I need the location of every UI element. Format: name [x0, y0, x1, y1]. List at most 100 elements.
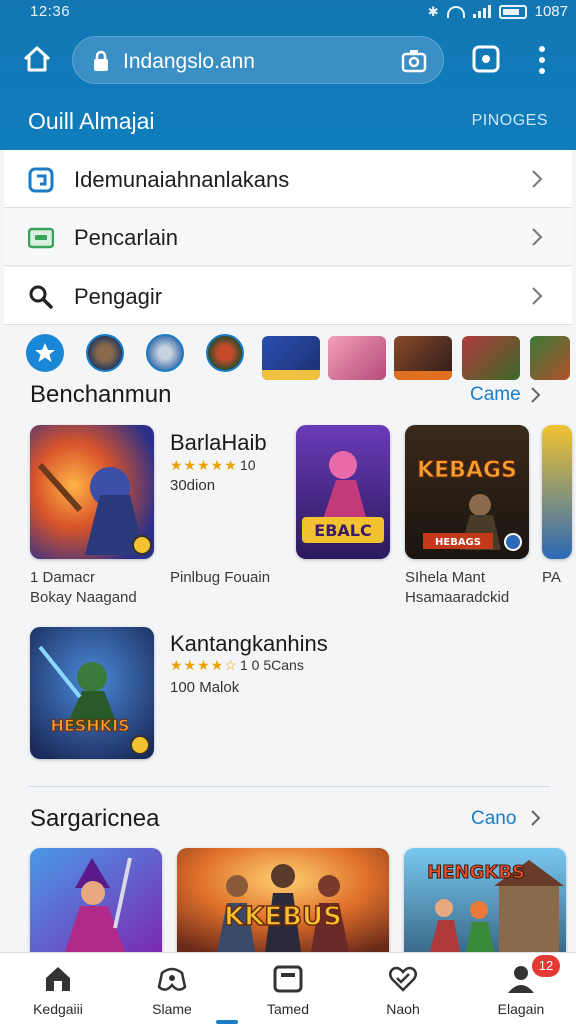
tile-caption: PA [542, 569, 561, 586]
notification-badge: 12 [532, 955, 560, 977]
home-button[interactable] [20, 42, 54, 76]
battery-icon [498, 4, 527, 19]
game-tile[interactable] [30, 425, 154, 559]
home-icon [46, 967, 70, 991]
home-indicator [216, 1020, 238, 1024]
category-chip[interactable] [262, 336, 320, 380]
status-bar: 12:36 ✱ 1087 [0, 0, 576, 24]
tabs-button[interactable] [471, 44, 501, 74]
game-tile[interactable]: KKEBUS [177, 848, 389, 952]
section-title: Sargaricnea [30, 805, 160, 832]
battery-level: 1087 [534, 3, 568, 20]
tile-caption: SIhela Mant [405, 569, 486, 586]
section-title: Benchanmun [30, 381, 172, 408]
nav-item-home[interactable]: Kedgaiii [13, 963, 103, 1023]
address-bar[interactable]: Indangslo.ann [72, 36, 444, 84]
rating-value: 1 0 5Cans [240, 657, 304, 673]
more-vert-icon [539, 46, 545, 74]
game-tile[interactable] [542, 425, 572, 559]
bluetooth-icon: ✱ [427, 3, 439, 19]
header-action-link[interactable]: PINOGES [472, 112, 548, 130]
category-avatar[interactable] [146, 334, 184, 372]
app-header: 12:36 ✱ 1087 Indangslo.ann Ouill Almajai… [0, 0, 576, 150]
page-title: Ouill Almajai [28, 108, 155, 134]
nav-item-label: Tamed [266, 1001, 310, 1017]
game-art [30, 425, 154, 559]
game-name[interactable]: BarlaHaib [170, 430, 267, 456]
signal-icon [472, 5, 491, 18]
search-icon [29, 285, 53, 309]
tile-art-text: HESHKIS [50, 716, 129, 735]
game-subtitle: 30dion [170, 477, 216, 494]
tile-caption: Bokay Naagand [30, 589, 137, 606]
wifi-icon [446, 5, 465, 18]
list-row[interactable]: Pengagir [4, 267, 572, 325]
list-row-label: Idemunaiahnanlakans [74, 167, 290, 192]
game-art: KEBAGS HEBAGS [405, 425, 529, 559]
game-art: EBALC [296, 425, 390, 559]
game-tile[interactable]: HESHKIS [30, 627, 154, 759]
star-icon [35, 343, 55, 362]
nav-item-apps[interactable]: Tamed [243, 963, 333, 1023]
tile-art-text: KEBAGS [417, 458, 517, 483]
game-art: KKEBUS [177, 848, 389, 952]
list-row-label: Pengagir [74, 284, 163, 309]
lock-icon [94, 50, 108, 71]
game-name[interactable]: Kantangkanhins [170, 631, 328, 657]
bottom-nav: Kedgaiii Slame Tamed Naoh Elagain [0, 952, 576, 1024]
overflow-menu-button[interactable] [532, 44, 552, 76]
nav-item-label: Slame [152, 1001, 192, 1017]
game-tile[interactable]: EBALC [296, 425, 390, 559]
nav-item-label: Elagain [497, 1001, 545, 1017]
category-chip[interactable] [462, 336, 520, 380]
game-controller-icon [157, 967, 187, 991]
category-chip[interactable] [530, 336, 570, 380]
category-featured-button[interactable] [26, 334, 64, 372]
star-rating: ★★★★☆ [170, 657, 238, 673]
tile-caption: Pinlbug Fouain [170, 569, 271, 586]
chevron-right-icon [532, 170, 543, 188]
game-subtitle: 100 Malok [170, 679, 240, 696]
category-avatar[interactable] [86, 334, 124, 372]
chevron-right-icon [531, 810, 541, 826]
list-row-label: Pencarlain [74, 225, 178, 250]
rating-value: 10 [240, 457, 256, 473]
section-divider [28, 786, 550, 787]
game-tile[interactable]: HENGKBS [404, 848, 566, 952]
tile-art-text: KKEBUS [224, 902, 342, 932]
heart-chat-icon [389, 966, 417, 992]
list-row[interactable]: Idemunaiahnanlakans [4, 150, 572, 208]
tile-art-text: HENGKBS [427, 862, 525, 883]
tile-art-text: EBALC [314, 521, 371, 540]
title-bar: Ouill Almajai PINOGES [0, 98, 576, 148]
home-icon [23, 46, 51, 72]
chevron-right-icon [532, 287, 543, 305]
tile-caption: 1 Damacr [30, 569, 96, 586]
app-square-icon [28, 167, 54, 193]
browser-bar: Indangslo.ann [0, 30, 576, 90]
section-see-all-link[interactable]: Cano [471, 808, 516, 830]
url-text: Indangslo.ann [123, 50, 255, 73]
game-art: HESHKIS [30, 627, 154, 759]
star-rating: ★★★★★ [170, 457, 238, 473]
game-tile[interactable] [30, 848, 162, 952]
game-tile[interactable]: KEBAGS HEBAGS [405, 425, 529, 559]
list-row[interactable]: Pencarlain [4, 208, 572, 266]
chevron-right-icon [531, 387, 541, 403]
tile-caption: Hsamaaradckid [405, 589, 510, 606]
game-art: HENGKBS [404, 848, 566, 952]
nav-item-label: Naoh [386, 1001, 420, 1017]
category-chip[interactable] [394, 336, 452, 380]
game-art [30, 848, 162, 952]
nav-item-chat[interactable]: Naoh [358, 963, 448, 1023]
nav-item-games[interactable]: Slame [127, 963, 217, 1023]
chevron-right-icon [532, 228, 543, 246]
tabs-icon [472, 45, 500, 73]
status-time: 12:36 [30, 3, 71, 20]
tile-art-text: HEBAGS [435, 537, 481, 548]
nav-item-label: Kedgaiii [33, 1001, 83, 1017]
section-see-all-link[interactable]: Came [470, 384, 521, 406]
camera-icon[interactable] [401, 49, 427, 73]
category-chip[interactable] [328, 336, 386, 380]
category-avatar[interactable] [206, 334, 244, 372]
